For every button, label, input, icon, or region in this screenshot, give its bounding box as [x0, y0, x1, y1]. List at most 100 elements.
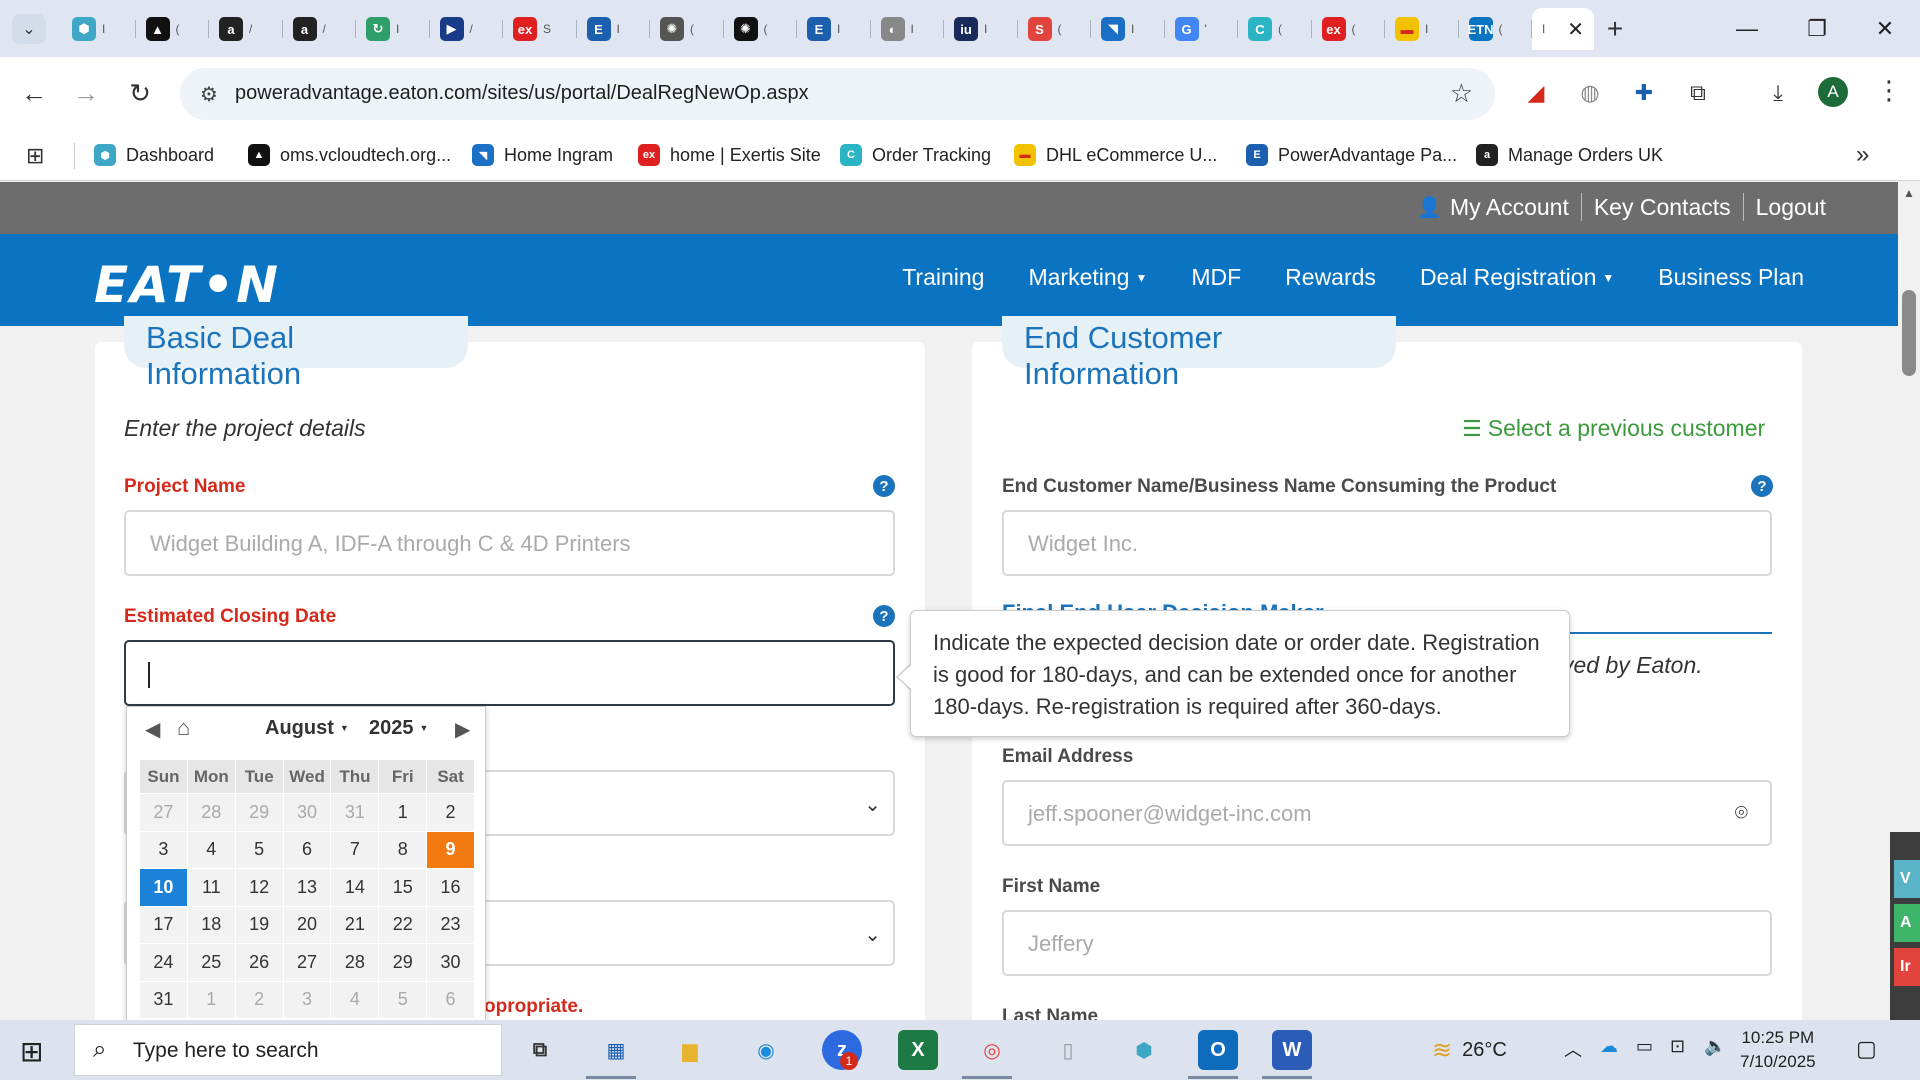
calendar-day-other-month[interactable]: 29 — [234, 793, 284, 832]
calendar-day[interactable]: 25 — [186, 943, 236, 982]
task-view-icon[interactable]: ⧉ — [520, 1030, 560, 1070]
new-tab-plus-icon[interactable]: + — [1598, 12, 1632, 46]
my-account-link[interactable]: My Account — [1450, 194, 1569, 221]
system-clock[interactable]: 10:25 PM 7/10/2025 — [1740, 1026, 1816, 1074]
bookmark-item[interactable]: ▬ DHL eCommerce U... — [1014, 144, 1217, 166]
month-select[interactable]: August ▼ — [265, 717, 349, 740]
more-bookmarks-chevron-icon[interactable]: » — [1856, 141, 1869, 169]
download-icon[interactable]: ⤓ — [1762, 77, 1794, 109]
browser-tab[interactable]: ETN ( — [1459, 8, 1533, 50]
network-icon[interactable]: ⊡ — [1670, 1036, 1685, 1057]
nav-mdf[interactable]: MDF — [1191, 264, 1241, 291]
project-name-help-icon[interactable]: ? — [873, 475, 895, 497]
calendar-day[interactable]: 5 — [234, 830, 284, 869]
browser-tab[interactable]: ◐ I — [871, 8, 945, 50]
calendar-day[interactable]: 12 — [234, 868, 284, 907]
windows-start-icon[interactable]: ⊞ — [20, 1035, 43, 1068]
browser-tab[interactable]: a / — [209, 8, 283, 50]
bookmark-star-icon[interactable]: ☆ — [1450, 78, 1473, 109]
calendar-day[interactable]: 8 — [378, 830, 428, 869]
calendar-day[interactable]: 11 — [186, 868, 236, 907]
key-contacts-link[interactable]: Key Contacts — [1594, 194, 1731, 221]
calendar-day[interactable]: 21 — [330, 905, 380, 944]
back-arrow-icon[interactable]: ← — [16, 75, 52, 111]
calendar-day[interactable]: 20 — [282, 905, 332, 944]
end-customer-input[interactable]: Widget Inc. — [1002, 510, 1772, 576]
project-name-input[interactable]: Widget Building A, IDF-A through C & 4D … — [124, 510, 895, 576]
calendar-day-other-month[interactable]: 4 — [330, 980, 380, 1019]
close-window-icon[interactable]: ✕ — [1862, 10, 1908, 48]
year-select[interactable]: 2025 ▼ — [369, 717, 428, 740]
browser-tab[interactable]: EI — [797, 8, 871, 50]
tab-search-chevron-icon[interactable]: ⌄ — [12, 14, 46, 44]
taskbar-search[interactable]: ⌕ Type here to search — [74, 1024, 502, 1076]
calendar-day-other-month[interactable]: 5 — [378, 980, 428, 1019]
calendar-day[interactable]: 30 — [426, 943, 475, 982]
browser-tab[interactable]: a / — [283, 8, 357, 50]
prev-month-icon[interactable]: ◀ — [145, 717, 160, 742]
bookmark-item[interactable]: a Manage Orders UK — [1476, 144, 1663, 166]
hexagon-app-icon[interactable]: ⬢ — [1124, 1030, 1164, 1070]
scroll-thumb[interactable] — [1902, 290, 1916, 376]
calendar-day[interactable]: 27 — [282, 943, 332, 982]
browser-tab[interactable]: ex S — [503, 8, 577, 50]
notepad-icon[interactable]: ▯ — [1048, 1030, 1088, 1070]
calendar-day[interactable]: 6 — [282, 830, 332, 869]
calendar-day-other-month[interactable]: 2 — [234, 980, 284, 1019]
calendar-day[interactable]: 17 — [139, 905, 188, 944]
url-text[interactable]: poweradvantage.eaton.com/sites/us/portal… — [235, 82, 809, 105]
calendar-day[interactable]: 29 — [378, 943, 428, 982]
calendar-day[interactable]: 7 — [330, 830, 380, 869]
browser-tab[interactable]: ↻ I — [356, 8, 430, 50]
notification-icon[interactable]: ▢ — [1856, 1036, 1877, 1062]
calendar-day[interactable]: 3 — [139, 830, 188, 869]
side-widget-tab[interactable]: A — [1894, 904, 1920, 942]
edge-browser-icon[interactable]: ◉ — [746, 1030, 786, 1070]
outlook-icon[interactable]: O — [1198, 1030, 1238, 1070]
word-icon[interactable]: W — [1272, 1030, 1312, 1070]
calendar-day-other-month[interactable]: 28 — [186, 793, 236, 832]
browser-tab[interactable]: ▶ / — [430, 8, 504, 50]
tray-chevron-up-icon[interactable]: ︿ — [1564, 1036, 1582, 1062]
browser-tab[interactable]: ex ( — [1312, 8, 1386, 50]
site-info-icon[interactable]: ⚙ — [196, 81, 222, 107]
calendar-day-other-month[interactable]: 30 — [282, 793, 332, 832]
weather-widget[interactable]: ≋ 26°C — [1432, 1036, 1507, 1065]
calendar-day-other-month[interactable]: 3 — [282, 980, 332, 1019]
browser-tab[interactable]: ✺( — [724, 8, 798, 50]
calendar-day[interactable]: 22 — [378, 905, 428, 944]
calendar-day-other-month[interactable]: 1 — [186, 980, 236, 1019]
select-previous-customer-link[interactable]: ☰ Select a previous customer — [1462, 415, 1765, 442]
calendar-day[interactable]: 16 — [426, 868, 475, 907]
excel-icon[interactable]: X — [898, 1030, 938, 1070]
browser-tab[interactable]: ▬ I — [1385, 8, 1459, 50]
minimize-icon[interactable]: — — [1724, 10, 1770, 48]
reload-icon[interactable]: ↻ — [122, 75, 158, 111]
closing-date-help-icon[interactable]: ? — [873, 605, 895, 627]
side-widget-tab[interactable]: Ir — [1894, 948, 1920, 986]
bookmark-item[interactable]: E PowerAdvantage Pa... — [1246, 144, 1457, 166]
volume-icon[interactable]: 🔈 — [1704, 1036, 1726, 1057]
browser-tab[interactable]: EI — [577, 8, 651, 50]
browser-tab[interactable]: G ' — [1165, 8, 1239, 50]
browser-tab[interactable]: ✺( — [650, 8, 724, 50]
calendar-day[interactable]: 23 — [426, 905, 475, 944]
side-widget-tab[interactable]: V — [1894, 860, 1920, 898]
browser-tab[interactable]: iu I — [944, 8, 1018, 50]
calendar-day[interactable]: 26 — [234, 943, 284, 982]
calendar-day-other-month[interactable]: 31 — [330, 793, 380, 832]
calendar-day-today[interactable]: 9 — [426, 830, 475, 869]
browser-tab[interactable]: ⬢ I — [62, 8, 136, 50]
forward-arrow-icon[interactable]: → — [68, 75, 104, 111]
browser-tab[interactable]: C( — [1238, 8, 1312, 50]
close-tab-icon[interactable]: ✕ — [1567, 17, 1584, 42]
bookmark-item[interactable]: ▲ oms.vcloudtech.org... — [248, 144, 451, 166]
calculator-icon[interactable]: ▦ — [596, 1030, 636, 1070]
pdf-extension-icon[interactable]: ◢ — [1520, 77, 1552, 109]
globe-extension-icon[interactable]: ◍ — [1574, 77, 1606, 109]
bookmark-item[interactable]: C Order Tracking — [840, 144, 991, 166]
address-bar[interactable]: ⚙ poweradvantage.eaton.com/sites/us/port… — [180, 68, 1495, 120]
email-input[interactable]: jeff.spooner@widget-inc.com ⌾ — [1002, 780, 1772, 846]
closing-date-input[interactable] — [124, 640, 895, 706]
active-browser-tab[interactable]: I ✕ — [1532, 8, 1594, 50]
